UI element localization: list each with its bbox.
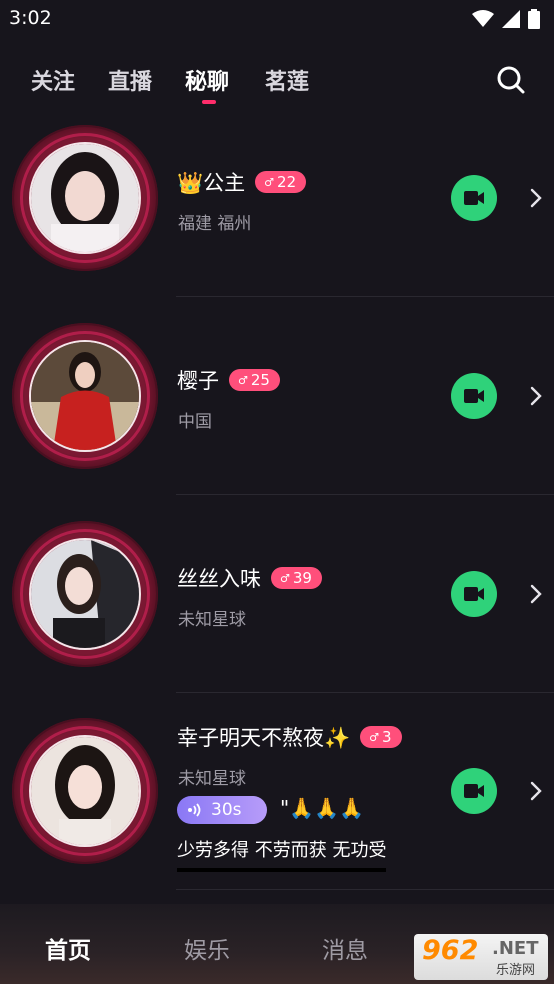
avatar-frame (12, 125, 158, 271)
user-name: 幸子明天不熬夜✨ (177, 726, 351, 750)
signal-icon (502, 10, 520, 28)
name-line: 👑公主 ♂ 22 (177, 167, 307, 197)
row-divider (176, 692, 554, 693)
avatar[interactable] (29, 538, 141, 650)
user-card[interactable]: 丝丝入味 ♂ 39 未知星球 (0, 521, 554, 718)
nav-home[interactable]: 首页 (45, 931, 91, 965)
user-location: 未知星球 (178, 769, 246, 789)
user-name: 丝丝入味 (177, 567, 261, 591)
video-camera-icon (464, 191, 484, 205)
name-line: 幸子明天不熬夜✨ ♂ 3 (177, 722, 402, 752)
crown-icon: 👑 (177, 171, 204, 195)
avatar-frame (12, 718, 158, 864)
search-icon[interactable] (496, 65, 526, 95)
chevron-right-icon[interactable] (528, 781, 544, 801)
age-badge: ♂ 39 (271, 567, 322, 589)
nav-messages[interactable]: 消息 (322, 931, 368, 965)
name-line: 樱子 ♂ 25 (177, 365, 280, 395)
avatar[interactable] (29, 142, 141, 254)
avatar[interactable] (29, 340, 141, 452)
site-watermark-logo: 962 .NET 乐游网 (414, 934, 548, 980)
video-camera-icon (464, 587, 484, 601)
top-tab-bar: 关注 直播 秘聊 茗莲 (0, 52, 554, 108)
watermark-number: 962 (422, 935, 479, 966)
age-badge: ♂ 22 (255, 171, 307, 193)
user-quote: "🙏🙏🙏 (280, 796, 364, 820)
voice-message-button[interactable]: 30s (177, 796, 267, 824)
name-line: 丝丝入味 ♂ 39 (177, 563, 322, 593)
watermark-net: .NET (492, 938, 539, 959)
video-call-button[interactable] (451, 373, 497, 419)
row-divider (176, 889, 554, 890)
status-bar: 3:02 (0, 0, 554, 40)
user-location: 中国 (178, 412, 212, 432)
row-divider (176, 494, 554, 495)
user-name: 樱子 (177, 369, 219, 393)
app-screen: 3:02 关注 直播 秘聊 茗莲 👑公主 ♂ 22 福建 福州 樱子 ♂ 25 … (0, 0, 554, 984)
user-card[interactable]: 幸子明天不熬夜✨ ♂ 3 未知星球 (0, 718, 554, 904)
watermark-sub: 乐游网 (496, 963, 536, 978)
video-call-button[interactable] (451, 175, 497, 221)
nav-entertainment[interactable]: 娱乐 (184, 931, 230, 965)
user-location: 福建 福州 (178, 214, 252, 234)
video-camera-icon (464, 389, 484, 403)
battery-icon (528, 9, 540, 29)
user-motto: 少劳多得 不劳而获 无功受 (177, 836, 387, 872)
age-badge: ♂ 25 (229, 369, 280, 391)
video-call-button[interactable] (451, 571, 497, 617)
video-camera-icon (464, 784, 484, 798)
wifi-icon (472, 10, 494, 27)
avatar-frame (12, 323, 158, 469)
avatar[interactable] (29, 735, 141, 847)
gender-icon: ♂ (280, 571, 290, 585)
user-card[interactable]: 樱子 ♂ 25 中国 (0, 323, 554, 520)
voice-length: 30s (211, 800, 242, 820)
chevron-right-icon[interactable] (528, 584, 544, 604)
gender-icon: ♂ (369, 730, 380, 744)
tab-private-chat[interactable]: 秘聊 (185, 64, 229, 96)
age-badge: ♂ 3 (360, 726, 402, 748)
gender-icon: ♂ (264, 175, 275, 189)
status-icons (472, 9, 540, 29)
row-divider (176, 296, 554, 297)
user-card[interactable]: 👑公主 ♂ 22 福建 福州 (0, 125, 554, 322)
chevron-right-icon[interactable] (528, 188, 544, 208)
avatar-frame (12, 521, 158, 667)
user-name: 👑公主 (177, 171, 246, 195)
gender-icon: ♂ (238, 373, 248, 387)
status-time: 3:02 (9, 7, 52, 29)
video-call-button[interactable] (451, 768, 497, 814)
tab-minglian[interactable]: 茗莲 (265, 64, 309, 96)
tab-follow[interactable]: 关注 (31, 64, 75, 96)
active-tab-indicator (202, 100, 216, 104)
user-location: 未知星球 (178, 610, 246, 630)
tab-live[interactable]: 直播 (108, 64, 152, 96)
voice-wave-icon (188, 803, 201, 817)
chevron-right-icon[interactable] (528, 386, 544, 406)
